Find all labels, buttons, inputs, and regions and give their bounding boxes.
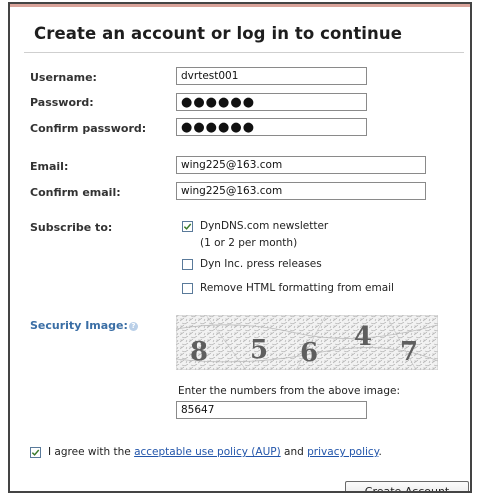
aup-link[interactable]: acceptable use policy (AUP) [134,446,281,458]
agree-checkbox[interactable] [30,446,41,458]
remove-html-option[interactable]: Remove HTML formatting from email [182,282,394,294]
agree-text-after: . [378,446,382,458]
checkmark-icon [183,223,192,230]
confirm-email-label: Confirm email: [30,186,121,199]
press-releases-option[interactable]: Dyn Inc. press releases [182,258,322,270]
account-form-panel: Create an account or log in to continue … [8,2,472,493]
agree-text-before: I agree with the [48,446,131,458]
password-input[interactable] [176,93,367,111]
captcha-image: 8 5 6 4 7 [176,315,438,370]
email-input[interactable] [176,156,426,174]
captcha-digit: 8 [190,337,208,367]
email-label: Email: [30,160,69,173]
accent-bar [10,4,470,7]
create-account-button[interactable]: Create Account [345,481,469,491]
captcha-digit: 6 [300,338,318,368]
agree-text-middle: and [284,446,304,458]
newsletter-option[interactable]: DynDNS.com newsletter [182,220,328,232]
confirm-password-input[interactable] [176,118,367,136]
captcha-digit: 7 [400,337,418,367]
newsletter-checkbox[interactable] [182,220,193,232]
press-releases-checkbox[interactable] [182,258,193,270]
username-label: Username: [30,71,97,84]
username-input[interactable] [176,67,367,85]
captcha-digit: 4 [354,322,372,352]
newsletter-label: DynDNS.com newsletter [200,220,329,232]
security-image-label: Security Image:? [30,319,138,332]
title-divider [24,52,464,53]
newsletter-frequency-note: (1 or 2 per month) [200,237,298,249]
privacy-policy-link[interactable]: privacy policy [307,446,378,458]
remove-html-checkbox[interactable] [182,282,193,294]
subscribe-label: Subscribe to: [30,221,113,234]
form-title: Create an account or log in to continue [34,24,403,43]
agree-row: I agree with the acceptable use policy (… [30,446,382,458]
agree-text: I agree with the acceptable use policy (… [48,446,382,458]
checkmark-icon [31,449,40,456]
confirm-password-label: Confirm password: [30,122,147,135]
remove-html-label: Remove HTML formatting from email [200,282,394,294]
password-label: Password: [30,96,94,109]
confirm-email-input[interactable] [176,182,426,200]
captcha-digit: 5 [250,335,268,365]
captcha-input[interactable] [176,401,367,419]
captcha-instruction: Enter the numbers from the above image: [178,385,400,397]
press-releases-label: Dyn Inc. press releases [200,258,322,270]
security-image-label-text: Security Image: [30,319,128,332]
question-icon[interactable]: ? [128,322,138,331]
